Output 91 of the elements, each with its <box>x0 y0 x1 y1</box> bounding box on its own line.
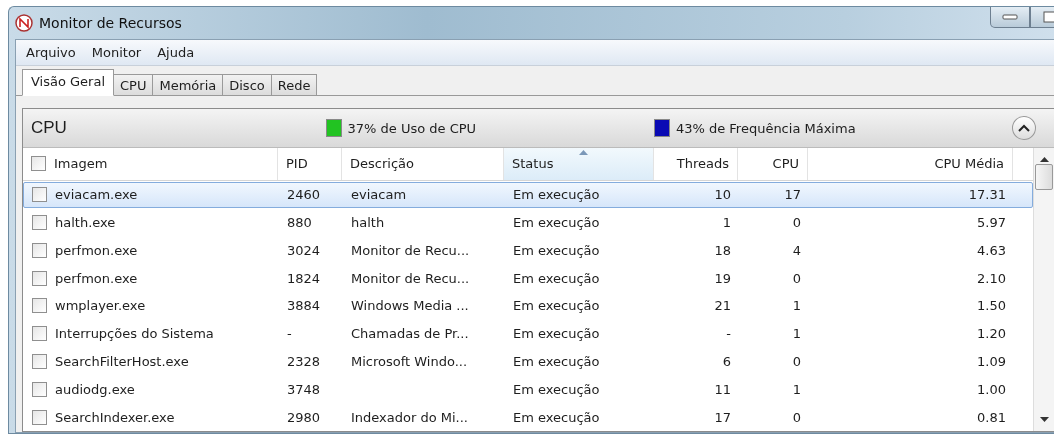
indicator-label: 43% de Frequência Máxima <box>675 120 856 136</box>
table-cell: Em execução <box>513 381 600 397</box>
column-label: CPU Média <box>934 156 1004 172</box>
table-row[interactable]: SearchIndexer.exe 2980 Indexador do Mi... Em execução 17 0 0.81 <box>23 404 1033 431</box>
table-row[interactable]: SearchFilterHost.exe 2328 Microsoft Windo... Em execução 6 0 1.09 <box>23 348 1033 375</box>
table-row[interactable]: Interrupções do Sistema - Chamadas de Pr... Em execução - 1 1.20 <box>23 320 1033 347</box>
tab[interactable]: Rede <box>270 74 318 95</box>
table-row[interactable]: audiodg.exe 3748 Em execução 11 1 1.00 <box>23 376 1033 403</box>
table-cell: 17.31 <box>968 187 1006 203</box>
table-cell: Interrupções do Sistema <box>55 326 214 342</box>
menu-item[interactable]: Ajuda <box>151 43 201 62</box>
table-cell: Microsoft Windo... <box>351 354 468 369</box>
table-cell: halth <box>351 214 385 230</box>
table-cell: SearchFilterHost.exe <box>55 354 189 369</box>
table-cell: 6 <box>722 354 731 369</box>
table-cell: 21 <box>714 298 731 314</box>
column-label: Threads <box>676 156 729 172</box>
column-label: CPU <box>772 156 799 172</box>
table-row[interactable]: perfmon.exe 3024 Monitor de Recu... Em execução 18 4 4.63 <box>23 237 1033 264</box>
table-cell: wmplayer.exe <box>55 298 146 314</box>
table-cell: 18 <box>714 242 731 258</box>
section-title: CPU <box>31 118 68 138</box>
column-header[interactable]: Status <box>504 148 654 180</box>
table-cell: 19 <box>714 270 731 286</box>
table-cell: 10 <box>714 187 731 203</box>
table-cell: 11 <box>714 381 731 397</box>
tab[interactable]: CPU <box>113 74 154 95</box>
table-cell: perfmon.exe <box>55 270 138 286</box>
table-cell: 0 <box>792 354 801 369</box>
table-cell: 1 <box>792 326 801 342</box>
column-label: Status <box>512 156 554 172</box>
table-cell: Em execução <box>513 354 600 369</box>
table-row[interactable]: wmplayer.exe 3884 Windows Media ... Em execução 21 1 1.50 <box>23 293 1033 319</box>
table-cell: - <box>287 326 292 342</box>
table-cell: Chamadas de Pr... <box>351 326 469 342</box>
table-cell: eviacam <box>351 187 407 203</box>
column-label: Imagem <box>54 156 108 172</box>
table-cell: 0 <box>792 214 801 230</box>
table-cell: Em execução <box>513 326 600 342</box>
table-cell: 3748 <box>287 381 321 397</box>
column-label: PID <box>286 156 308 172</box>
table-cell: 2460 <box>287 187 321 203</box>
column-label: Descrição <box>350 156 414 172</box>
table-cell: perfmon.exe <box>55 242 138 258</box>
menu-item[interactable]: Arquivo <box>20 43 82 62</box>
table-cell: 3884 <box>287 298 321 314</box>
table-cell: Monitor de Recu... <box>351 270 470 286</box>
table-cell: 1824 <box>287 270 321 286</box>
table-cell: 0 <box>792 409 801 425</box>
table-cell: 5.97 <box>977 214 1006 230</box>
table-cell: Em execução <box>513 409 600 425</box>
table-cell: halth.exe <box>55 214 116 230</box>
table-cell: Em execução <box>513 242 600 258</box>
window-title: Monitor de Recursos <box>39 15 182 31</box>
table-cell: 4.63 <box>977 242 1006 258</box>
table-row[interactable]: halth.exe 880 halth Em execução 1 0 5.97 <box>23 209 1033 236</box>
table-cell: 1.00 <box>977 381 1006 397</box>
table-cell: 1.20 <box>977 326 1006 342</box>
table-cell: Indexador do Mi... <box>351 409 468 425</box>
table-cell: Em execução <box>513 214 600 230</box>
table-cell: 1 <box>792 381 801 397</box>
table-cell: 0.81 <box>977 409 1006 425</box>
table-cell: Em execução <box>513 270 600 286</box>
tab[interactable]: Visão Geral <box>22 69 115 96</box>
table-cell: 2980 <box>287 409 321 425</box>
table-cell: 1 <box>792 298 801 314</box>
table-row[interactable]: eviacam.exe 2460 eviacam Em execução 10 17 17.31 <box>23 181 1033 208</box>
table-cell: 2328 <box>287 354 321 369</box>
table-cell: Em execução <box>513 298 600 314</box>
table-cell: 17 <box>784 187 801 203</box>
table-cell: 880 <box>287 214 312 230</box>
table-cell: SearchIndexer.exe <box>55 409 175 425</box>
table-cell: 3024 <box>287 242 321 258</box>
menu-item[interactable]: Monitor <box>85 43 148 62</box>
table-cell: 4 <box>792 242 801 258</box>
table-cell: Monitor de Recu... <box>351 242 470 258</box>
table-cell: 0 <box>792 270 801 286</box>
tab[interactable]: Disco <box>222 74 272 95</box>
table-cell: Em execução <box>513 187 600 203</box>
table-cell: 17 <box>714 409 731 425</box>
table-cell: audiodg.exe <box>55 381 135 397</box>
table-cell: 1.50 <box>977 298 1006 314</box>
table-cell: 1.09 <box>977 354 1006 369</box>
table-cell: Windows Media ... <box>351 298 469 314</box>
indicator-label: 37% de Uso de CPU <box>347 120 477 136</box>
table-cell: 1 <box>722 214 731 230</box>
table-cell: 2.10 <box>977 270 1006 286</box>
table-row[interactable]: perfmon.exe 1824 Monitor de Recu... Em execução 19 0 2.10 <box>23 265 1033 291</box>
table-cell: - <box>726 326 731 342</box>
tab[interactable]: Memória <box>152 74 224 95</box>
table-cell: eviacam.exe <box>55 187 138 203</box>
